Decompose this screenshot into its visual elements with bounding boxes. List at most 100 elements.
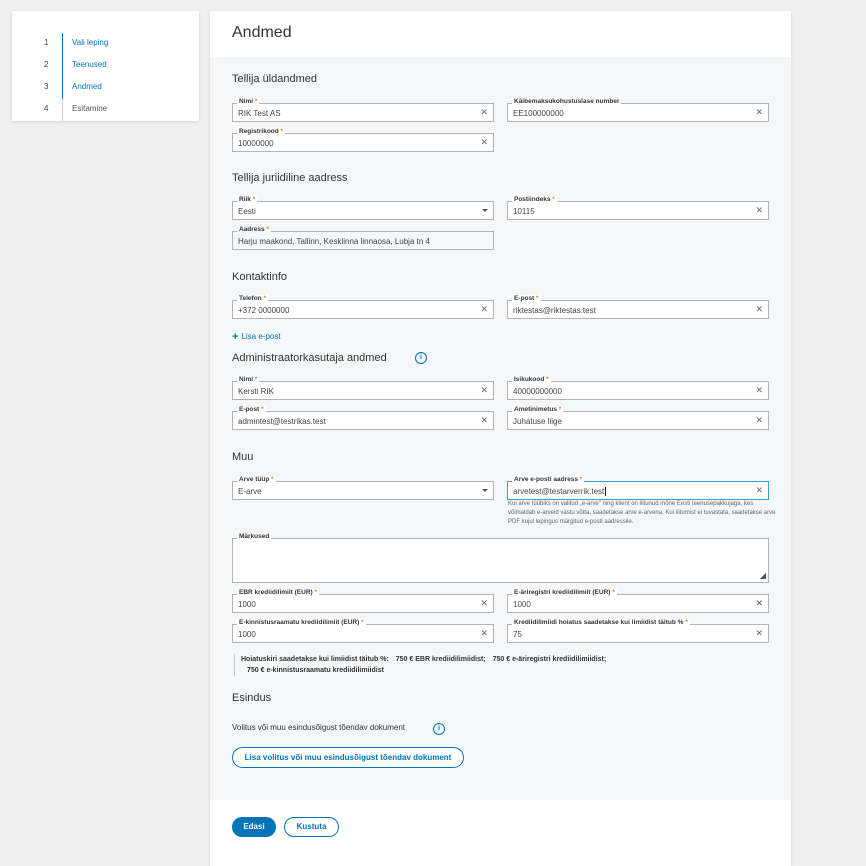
field-label: Aadress xyxy=(239,226,265,233)
close-icon[interactable]: ✕ xyxy=(755,628,763,639)
close-icon[interactable]: ✕ xyxy=(480,137,488,148)
field-value: 40000000000 xyxy=(513,387,562,396)
step-indicator xyxy=(62,33,63,55)
ebr-credit-limit-field[interactable]: EBR krediidilimiit (EUR) * 1000 ✕ xyxy=(232,589,494,613)
info-icon[interactable]: i xyxy=(415,352,427,364)
admin-position-field[interactable]: Ametinimetus * Juhatuse liige ✕ xyxy=(507,406,769,430)
field-label: Käibemaksukohustuslase number xyxy=(512,98,622,106)
step-indicator xyxy=(62,99,63,121)
ekr-credit-limit-field[interactable]: E-kinnistusraamatu krediidilimiit (EUR) … xyxy=(232,619,494,643)
admin-idcode-field[interactable]: Isikukood * 40000000000 ✕ xyxy=(507,376,769,400)
field-value: 75 xyxy=(513,630,522,639)
field-value: E-arve xyxy=(238,487,262,496)
field-value: RIK Test AS xyxy=(238,109,281,118)
step-label: Andmed xyxy=(72,82,102,91)
field-value: 10000000 xyxy=(238,139,274,148)
card-footer: Edasi Kustuta xyxy=(210,800,791,866)
field-label: Postiindeks xyxy=(514,196,551,203)
admin-email-field[interactable]: E-post * admintest@testrikas.test ✕ xyxy=(232,406,494,430)
close-icon[interactable]: ✕ xyxy=(480,415,488,426)
add-email-label: Lisa e-post xyxy=(241,332,281,341)
note-lead: Hoiatuskiri saadetakse kui limiidist täi… xyxy=(241,656,389,663)
field-value: EE100000000 xyxy=(513,109,564,118)
step-number: 4 xyxy=(44,104,49,113)
country-select[interactable]: Riik * Eesti xyxy=(232,196,494,220)
field-value: riktestas@riktestas.test xyxy=(513,306,596,315)
card-header: Andmed xyxy=(210,11,791,57)
field-value: 1000 xyxy=(238,630,256,639)
field-value: arvetest@testarverrik.test xyxy=(513,487,605,496)
step-esitamine: 4 Esitamine xyxy=(12,99,199,121)
registry-code-field[interactable]: Registrikood * 10000000 ✕ xyxy=(232,128,494,152)
next-button[interactable]: Edasi xyxy=(232,817,276,837)
field-value: admintest@testrikas.test xyxy=(238,417,326,426)
step-label: Esitamine xyxy=(72,104,108,113)
field-value: Harju maakond, Tallinn, Kesklinna linnao… xyxy=(238,237,430,246)
section-title-other: Muu xyxy=(232,451,254,463)
close-icon[interactable]: ✕ xyxy=(755,385,763,396)
field-label: Arve tüüp xyxy=(239,476,270,483)
step-teenused[interactable]: 2 Teenused xyxy=(12,55,199,77)
field-value: +372 0000000 xyxy=(238,306,290,315)
warning-percent-field[interactable]: Krediidilimiidi hoiatus saadetakse kui l… xyxy=(507,619,769,643)
field-label: Nimi xyxy=(239,98,254,105)
field-value: Eesti xyxy=(238,207,256,216)
field-label: Märkused xyxy=(237,533,272,541)
close-icon[interactable]: ✕ xyxy=(755,304,763,315)
notes-textarea[interactable]: Märkused ◢ xyxy=(232,533,769,583)
representation-doc-label: Volitus või muu esindusõigust tõendav do… xyxy=(232,723,405,732)
email-field[interactable]: E-post * riktestas@riktestas.test ✕ xyxy=(507,295,769,319)
close-icon[interactable]: ✕ xyxy=(480,385,488,396)
field-value: 1000 xyxy=(513,600,531,609)
postal-code-field[interactable]: Postiindeks * 10115 ✕ xyxy=(507,196,769,220)
close-icon[interactable]: ✕ xyxy=(480,598,488,609)
note-ekr: 750 € e-kinnistusraamatu krediidilimiidi… xyxy=(247,667,384,674)
field-label: E-kinnistusraamatu krediidilimiit (EUR) xyxy=(239,619,360,626)
resize-handle-icon[interactable]: ◢ xyxy=(760,571,766,580)
field-value: Juhatuse liige xyxy=(513,417,562,426)
field-label: Registrikood xyxy=(239,128,279,135)
field-value: 10115 xyxy=(513,207,535,216)
invoice-help-text: Kui arve tüübiks on valitud „e-arve" nin… xyxy=(508,501,776,525)
step-andmed[interactable]: 3 Andmed xyxy=(12,77,199,99)
step-number: 1 xyxy=(44,38,49,47)
address-field: Aadress * Harju maakond, Tallinn, Keskli… xyxy=(232,226,494,250)
vat-number-field[interactable]: Käibemaksukohustuslase number EE10000000… xyxy=(507,98,769,122)
section-title-address: Tellija juriidiline aadress xyxy=(232,172,348,184)
step-label: Vali leping xyxy=(72,38,109,47)
field-value: 1000 xyxy=(238,600,256,609)
close-icon[interactable]: ✕ xyxy=(480,628,488,639)
text-caret xyxy=(605,487,607,497)
delete-button[interactable]: Kustuta xyxy=(284,817,339,837)
step-number: 2 xyxy=(44,60,49,69)
chevron-down-icon[interactable] xyxy=(482,489,488,492)
credit-warning-note: Hoiatuskiri saadetakse kui limiidist täi… xyxy=(234,654,761,676)
form-card: Andmed Tellija üldandmed Nimi * RIK Test… xyxy=(210,11,791,866)
close-icon[interactable]: ✕ xyxy=(755,205,763,216)
field-label: Krediidilimiidi hoiatus saadetakse kui l… xyxy=(514,619,684,626)
field-label: EBR krediidilimiit (EUR) xyxy=(239,589,313,596)
ear-credit-limit-field[interactable]: E-äriregistri krediidilimiit (EUR) * 100… xyxy=(507,589,769,613)
phone-field[interactable]: Telefon * +372 0000000 ✕ xyxy=(232,295,494,319)
field-value: Kersti RIK xyxy=(238,387,275,396)
invoice-type-select[interactable]: Arve tüüp * E-arve xyxy=(232,476,494,500)
add-email-link[interactable]: + Lisa e-post xyxy=(232,331,281,343)
field-label: E-post xyxy=(239,406,260,413)
chevron-down-icon[interactable] xyxy=(482,209,488,212)
close-icon[interactable]: ✕ xyxy=(755,415,763,426)
close-icon[interactable]: ✕ xyxy=(480,107,488,118)
step-vali-leping[interactable]: 1 Vali leping xyxy=(12,33,199,55)
name-field[interactable]: Nimi * RIK Test AS ✕ xyxy=(232,98,494,122)
admin-name-field[interactable]: Nimi * Kersti RIK ✕ xyxy=(232,376,494,400)
invoice-email-field[interactable]: Arve e-posti aadress * arvetest@testarve… xyxy=(507,476,769,500)
close-icon[interactable]: ✕ xyxy=(755,485,763,496)
plus-icon: + xyxy=(232,331,239,343)
info-icon[interactable]: i xyxy=(433,723,445,735)
close-icon[interactable]: ✕ xyxy=(480,304,488,315)
close-icon[interactable]: ✕ xyxy=(755,107,763,118)
add-representation-doc-button[interactable]: Lisa volitus või muu esindusõigust tõend… xyxy=(232,747,464,768)
section-title-representation: Esindus xyxy=(232,692,272,704)
close-icon[interactable]: ✕ xyxy=(755,598,763,609)
field-label: E-post xyxy=(514,295,535,302)
note-ear: 750 € e-äriregistri krediidilimiidist; xyxy=(492,656,607,663)
